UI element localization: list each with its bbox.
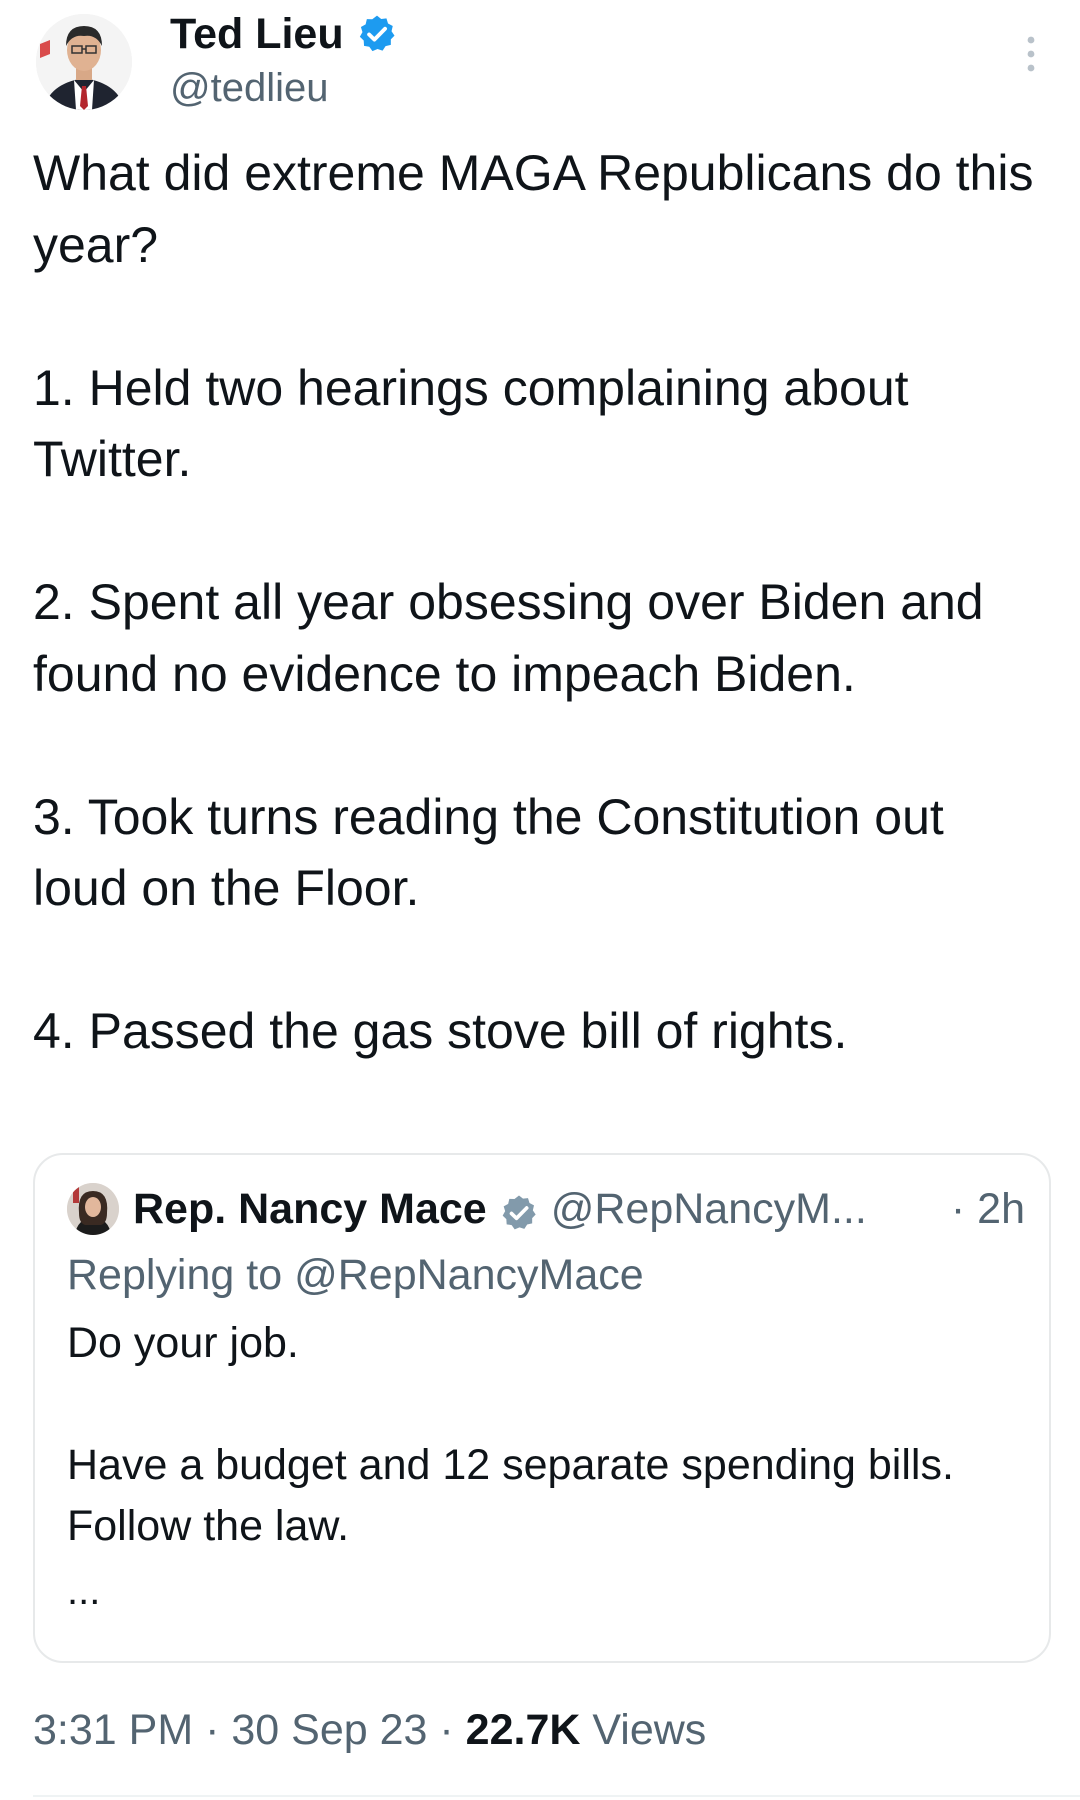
quoted-avatar-image (67, 1183, 119, 1235)
quoted-header: Rep. Nancy Mace @RepNancyM... · 2h (133, 1179, 1025, 1239)
gray-verified-badge-icon (499, 1189, 539, 1230)
author-name-row: Ted Lieu (170, 6, 398, 62)
views-label: Views (592, 1706, 707, 1754)
author-display-name[interactable]: Ted Lieu (170, 6, 344, 62)
quoted-display-name[interactable]: Rep. Nancy Mace (133, 1179, 487, 1239)
divider (33, 1795, 1080, 1797)
avatar-image (36, 14, 132, 110)
meta-separator: · (205, 1706, 220, 1754)
replying-to: Replying to @RepNancyMace (67, 1245, 644, 1305)
quoted-tweet[interactable]: Rep. Nancy Mace @RepNancyM... · 2h Reply… (33, 1153, 1051, 1663)
author-avatar[interactable] (36, 14, 132, 110)
quoted-tweet-text: Do your job. Have a budget and 12 separa… (67, 1319, 954, 1550)
quoted-truncation-ellipsis: ... (67, 1569, 101, 1613)
more-options-icon[interactable] (1024, 34, 1038, 74)
replying-to-prefix: Replying to (67, 1251, 295, 1299)
tweet-text: What did extreme MAGA Republicans do thi… (33, 145, 1034, 1059)
tweet-time[interactable]: 3:31 PM (33, 1706, 193, 1754)
quoted-author-avatar[interactable] (67, 1183, 119, 1235)
views-count[interactable]: 22.7K (466, 1706, 581, 1754)
author-handle[interactable]: @tedlieu (170, 62, 328, 114)
tweet-meta: 3:31 PM · 30 Sep 23 · 22.7K Views (33, 1700, 706, 1760)
quoted-timestamp[interactable]: · 2h (951, 1179, 1025, 1239)
replying-to-handle[interactable]: @RepNancyMace (294, 1251, 644, 1299)
tweet-date[interactable]: 30 Sep 23 (231, 1706, 427, 1754)
verified-badge-icon (356, 13, 398, 55)
quoted-handle[interactable]: @RepNancyM... (551, 1179, 867, 1239)
meta-separator: · (439, 1706, 454, 1754)
tweet-header: Ted Lieu @tedlieu (0, 0, 1080, 128)
